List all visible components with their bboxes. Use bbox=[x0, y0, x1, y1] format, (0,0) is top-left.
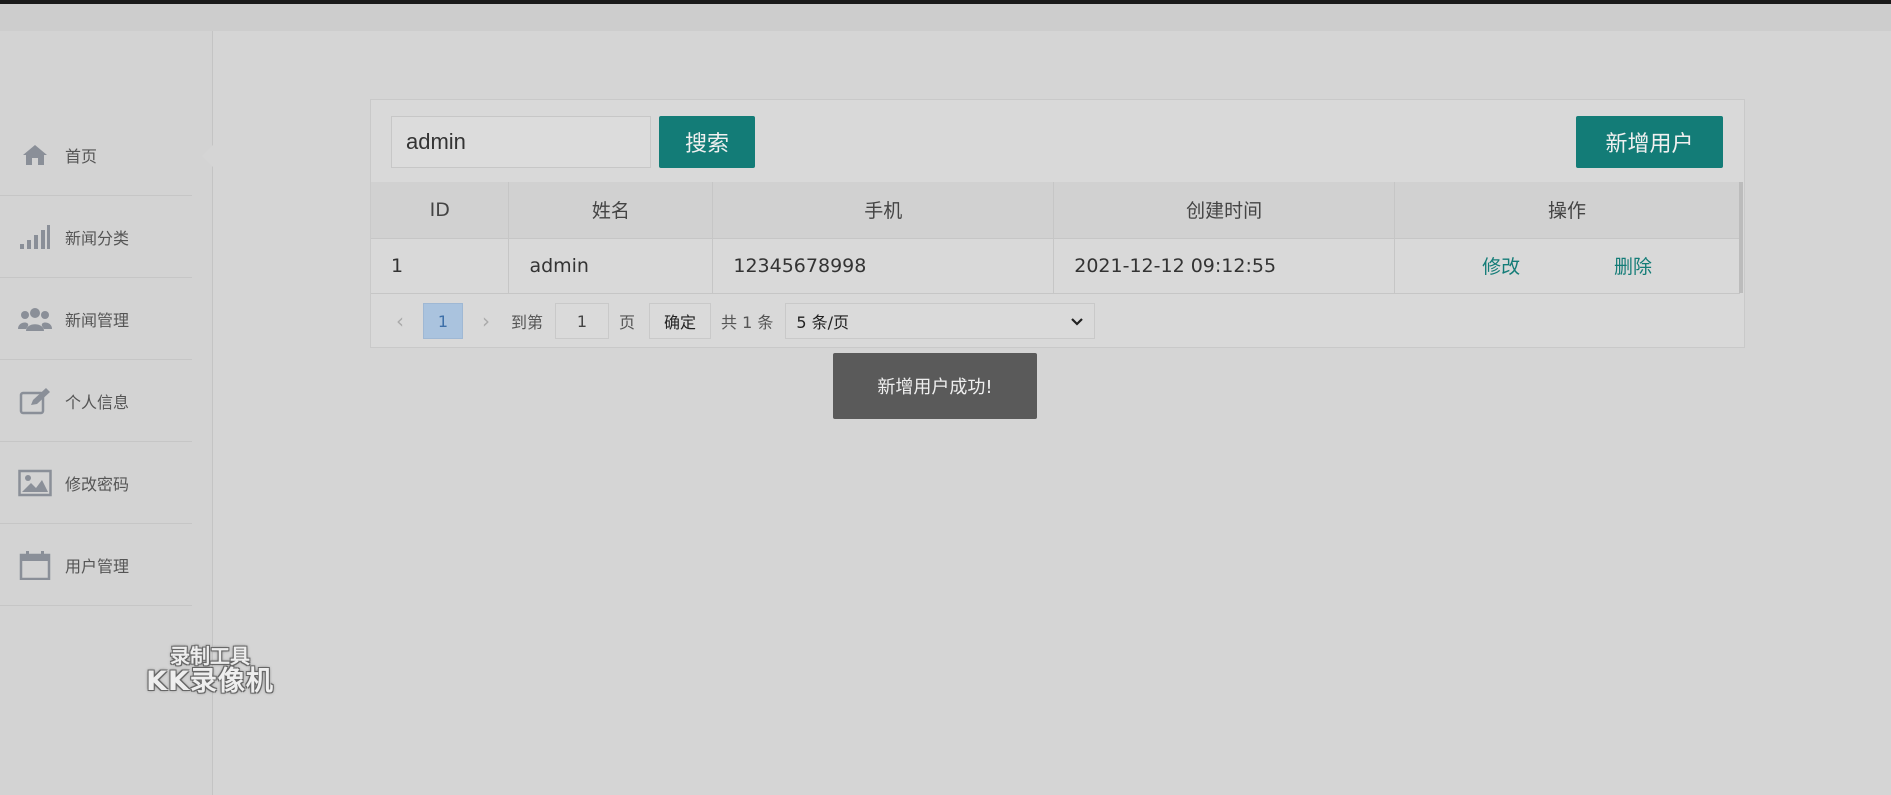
total-count: 共 1 条 bbox=[721, 313, 774, 332]
goto-page-input[interactable]: 1 bbox=[555, 303, 610, 339]
edit-icon bbox=[17, 387, 53, 415]
user-table: ID 姓名 手机 创建时间 操作 1 admin 12345678998 202… bbox=[371, 182, 1740, 294]
home-icon bbox=[17, 141, 53, 169]
next-page-icon[interactable]: › bbox=[471, 309, 501, 333]
sidebar-item-home[interactable]: 首页 bbox=[0, 114, 214, 196]
delete-link[interactable]: 删除 bbox=[1614, 252, 1652, 279]
image-icon bbox=[17, 469, 53, 497]
table-scrollbar[interactable] bbox=[1739, 182, 1743, 293]
sidebar-nav: 首页 新闻分类 新闻管理 个人信息 修改密码 用户管理 bbox=[0, 114, 214, 606]
sidebar-item-news-management[interactable]: 新闻管理 bbox=[0, 278, 192, 360]
sidebar-item-label: 修改密码 bbox=[65, 474, 130, 494]
table-header-row: ID 姓名 手机 创建时间 操作 bbox=[371, 182, 1740, 239]
sidebar-item-news-category[interactable]: 新闻分类 bbox=[0, 196, 192, 278]
search-input[interactable]: admin bbox=[391, 116, 651, 168]
user-list-panel: admin 搜索 新增用户 ID 姓名 手机 创建时间 操作 1 admin 1… bbox=[370, 99, 1745, 348]
watermark-line1: 录制工具 bbox=[170, 644, 250, 668]
users-icon bbox=[17, 305, 53, 333]
sidebar-item-label: 用户管理 bbox=[65, 556, 130, 576]
calendar-icon bbox=[17, 550, 53, 580]
edit-link[interactable]: 修改 bbox=[1482, 252, 1520, 279]
page-number-current[interactable]: 1 bbox=[423, 303, 463, 339]
add-user-button-label: 新增用户 bbox=[1605, 132, 1694, 157]
sidebar-item-change-password[interactable]: 修改密码 bbox=[0, 442, 192, 524]
chevron-down-icon bbox=[1070, 312, 1084, 331]
page-size-value: 5 条/页 bbox=[796, 313, 850, 332]
cell-id: 1 bbox=[371, 238, 510, 294]
sidebar-item-profile[interactable]: 个人信息 bbox=[0, 360, 192, 442]
signal-bars-icon bbox=[17, 223, 53, 251]
cell-name: admin bbox=[508, 238, 714, 294]
column-header-id: ID bbox=[371, 182, 510, 239]
search-button-label: 搜索 bbox=[684, 132, 729, 157]
prev-page-icon[interactable]: ‹ bbox=[385, 309, 415, 333]
cell-created: 2021-12-12 09:12:55 bbox=[1053, 238, 1396, 294]
top-strip bbox=[0, 4, 1891, 31]
sidebar-item-user-management[interactable]: 用户管理 bbox=[0, 524, 192, 606]
column-header-name: 姓名 bbox=[508, 182, 714, 239]
page-size-select[interactable]: 5 条/页 bbox=[785, 303, 1096, 339]
watermark-line2: KK录像机 bbox=[146, 666, 274, 697]
pagination: ‹ 1 › 到第 1 页 确定 共 1 条 5 条/页 bbox=[385, 303, 1096, 339]
add-user-button[interactable]: 新增用户 bbox=[1576, 116, 1723, 168]
cell-actions: 修改 删除 bbox=[1394, 238, 1740, 294]
sidebar-item-label: 首页 bbox=[65, 146, 98, 166]
cell-phone: 12345678998 bbox=[712, 238, 1055, 294]
recorder-watermark: 录制工具 KK录像机 bbox=[135, 645, 285, 697]
column-header-phone: 手机 bbox=[712, 182, 1055, 239]
success-toast: 新增用户成功! bbox=[833, 353, 1037, 419]
search-button[interactable]: 搜索 bbox=[659, 116, 755, 168]
goto-confirm-button[interactable]: 确定 bbox=[649, 303, 712, 339]
sidebar-item-label: 新闻管理 bbox=[65, 310, 130, 330]
page-unit-label: 页 bbox=[619, 313, 636, 332]
column-header-actions: 操作 bbox=[1394, 182, 1740, 239]
goto-label: 到第 bbox=[511, 313, 544, 332]
sidebar-item-label: 个人信息 bbox=[65, 392, 130, 412]
sidebar-item-label: 新闻分类 bbox=[65, 228, 130, 248]
table-row: 1 admin 12345678998 2021-12-12 09:12:55 … bbox=[371, 238, 1740, 294]
column-header-created: 创建时间 bbox=[1053, 182, 1396, 239]
